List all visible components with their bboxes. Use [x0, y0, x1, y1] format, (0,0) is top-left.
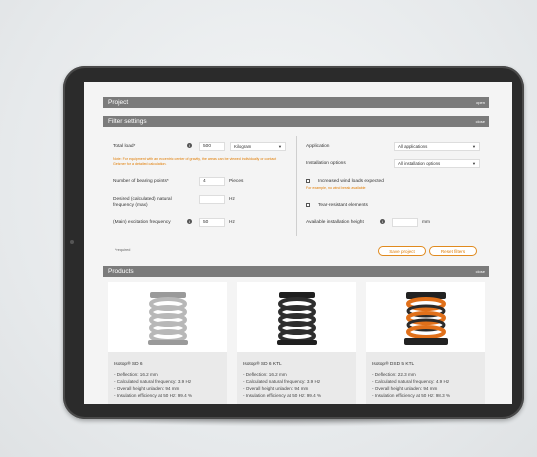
product-name: Isotop® DSD 5 KTL: [372, 362, 415, 367]
products-close-toggle[interactable]: close: [476, 266, 485, 277]
filter-title: Filter settings: [108, 118, 147, 125]
bearing-points-label: Number of bearing points*: [113, 179, 169, 184]
wind-loads-label: Increased wind loads expected: [318, 179, 384, 184]
application-select-value: All applications: [398, 144, 428, 149]
product-image: [237, 282, 356, 352]
info-icon[interactable]: i: [380, 219, 385, 224]
product-spec: - Calculated natural frequency: 3.9 Hz: [243, 379, 321, 384]
products-bar[interactable]: Products close: [103, 266, 489, 277]
products-title: Products: [108, 268, 134, 275]
product-spec: - Calculated natural frequency: 3.9 Hz: [114, 379, 192, 384]
product-spec: - Insulation efficiency at 50 Hz: 98.3 %: [372, 393, 451, 398]
product-spec: - Deflection: 22.3 mm: [372, 372, 416, 377]
product-spec: - Insulation efficiency at 50 Hz: 99.4 %: [114, 393, 193, 398]
product-spec: - Overall height unladen: 94 mm: [114, 386, 180, 391]
total-load-input[interactable]: 500: [199, 142, 225, 151]
product-card[interactable]: Isotop® SD 6 KTL - Deflection: 16.2 mm -…: [237, 282, 356, 404]
project-bar[interactable]: Project open: [103, 97, 489, 108]
product-image: [366, 282, 485, 352]
unit-select[interactable]: Kilogram ▼: [230, 142, 286, 151]
spring-mount-icon: [148, 292, 188, 345]
project-title: Project: [108, 99, 129, 106]
wind-loads-note: For example, no wind break available: [306, 186, 366, 190]
excitation-frequency-unit: Hz: [229, 220, 235, 225]
installation-height-input[interactable]: [392, 218, 418, 227]
spring-mount-icon: [404, 292, 448, 345]
bearing-points-input[interactable]: 4: [199, 177, 225, 186]
installation-height-label: Available installation height: [306, 220, 364, 225]
excitation-frequency-label: (Main) excitation frequency: [113, 220, 171, 225]
product-spec: - Deflection: 16.2 mm: [114, 372, 158, 377]
tear-resistant-checkbox[interactable]: [306, 203, 310, 207]
load-note: Note: For equipment with an eccentric ce…: [113, 157, 277, 166]
product-spec: - Insulation efficiency at 50 Hz: 99.4 %: [243, 393, 322, 398]
tear-resistant-label: Tear-resistant elements: [318, 203, 368, 208]
desired-frequency-input[interactable]: [199, 195, 225, 204]
installation-options-select[interactable]: All installation options ▼: [394, 159, 480, 168]
excitation-frequency-input[interactable]: 50: [199, 218, 225, 227]
caret-down-icon: ▼: [472, 161, 476, 166]
installation-options-label: Installation options: [306, 161, 346, 166]
product-spec: - Calculated natural frequency: 4.9 Hz: [372, 379, 450, 384]
unit-select-value: Kilogram: [234, 144, 252, 149]
product-card[interactable]: Isotop® DSD 5 KTL - Deflection: 22.3 mm …: [366, 282, 485, 404]
product-card[interactable]: Isotop® SD 6 - Deflection: 16.2 mm - Cal…: [108, 282, 227, 404]
application-select[interactable]: All applications ▼: [394, 142, 480, 151]
required-note: *required: [115, 248, 131, 252]
column-divider: [296, 136, 297, 236]
desired-frequency-label-2: frequency (max): [113, 203, 148, 208]
product-image: [108, 282, 227, 352]
spring-coils: [278, 297, 316, 343]
spring-coils: [406, 297, 446, 339]
project-open-toggle[interactable]: open: [476, 97, 485, 108]
application-label: Application: [306, 144, 330, 149]
installation-height-unit: mm: [422, 220, 430, 225]
installation-options-value: All installation options: [398, 161, 441, 166]
caret-down-icon: ▼: [472, 144, 476, 149]
info-icon[interactable]: i: [187, 219, 192, 224]
wind-loads-checkbox[interactable]: [306, 179, 310, 183]
spring-mount-icon: [277, 292, 317, 345]
desired-frequency-unit: Hz: [229, 197, 235, 202]
total-load-label: Total load*: [113, 144, 136, 149]
product-spec: - Deflection: 16.2 mm: [243, 372, 287, 377]
caret-down-icon: ▼: [278, 144, 282, 149]
desired-frequency-label-1: Desired (calculated) natural: [113, 197, 172, 202]
product-name: Isotop® SD 6 KTL: [243, 362, 282, 367]
camera-dot: [70, 240, 74, 244]
filter-close-toggle[interactable]: close: [476, 116, 485, 127]
product-name: Isotop® SD 6: [114, 362, 143, 367]
filter-bar[interactable]: Filter settings close: [103, 116, 489, 127]
product-spec: - Overall height unladen: 94 mm: [372, 386, 438, 391]
reset-filters-button[interactable]: Reset filters: [429, 246, 477, 256]
product-spec: - Overall height unladen: 94 mm: [243, 386, 309, 391]
spring-coils: [149, 297, 187, 343]
save-project-button[interactable]: Save project: [378, 246, 426, 256]
app-screen: Project open Filter settings close Total…: [84, 82, 512, 404]
bearing-points-unit: Pieces: [229, 179, 244, 184]
info-icon[interactable]: i: [187, 143, 192, 148]
